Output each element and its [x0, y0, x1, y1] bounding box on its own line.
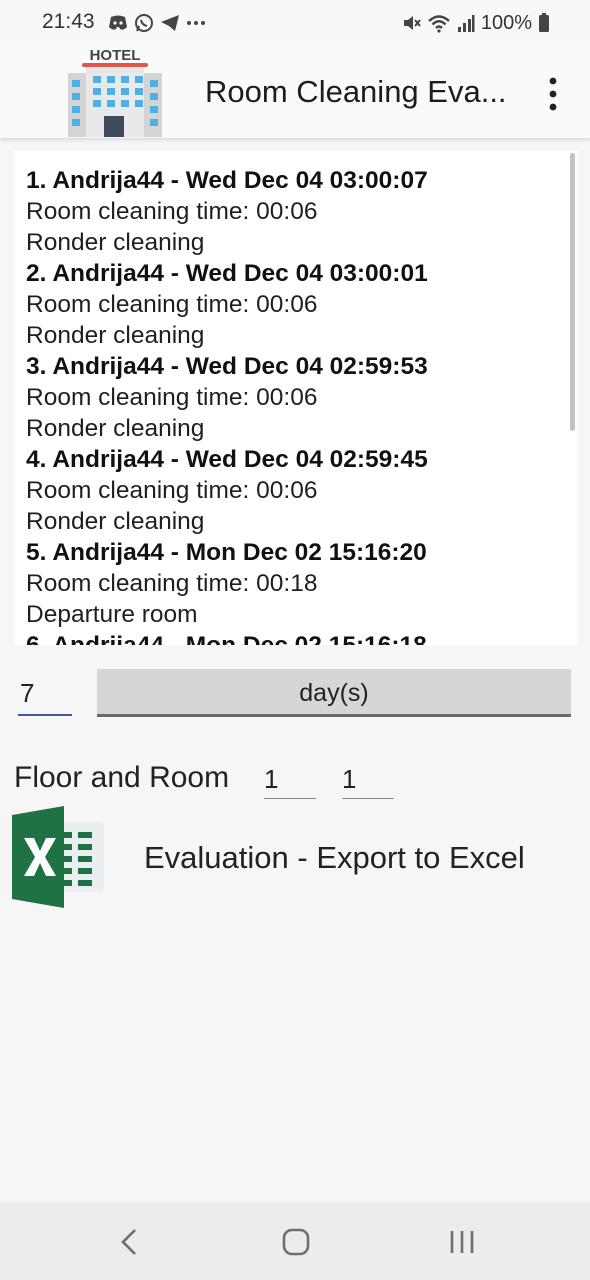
log-entry-header: 4. Andrija44 - Wed Dec 04 02:59:45 — [26, 446, 428, 473]
log-entry-header: 1. Andrija44 - Wed Dec 04 03:00:07 — [26, 167, 428, 194]
cleaning-log-list[interactable]: 1. Andrija44 - Wed Dec 04 03:00:07 Room … — [14, 151, 578, 645]
list-item: 5. Andrija44 - Mon Dec 02 15:16:20 Room … — [26, 537, 566, 630]
log-entry-type: Ronder cleaning — [26, 229, 205, 256]
room-input[interactable] — [342, 761, 394, 799]
floor-room-label: Floor and Room — [14, 761, 230, 794]
status-time: 21:43 — [42, 10, 95, 33]
export-to-excel-label[interactable]: Evaluation - Export to Excel — [144, 840, 525, 876]
list-item: 1. Andrija44 - Wed Dec 04 03:00:07 Room … — [26, 165, 566, 258]
log-entry-header: 2. Andrija44 - Wed Dec 04 03:00:01 — [26, 260, 428, 287]
log-entry-time: Room cleaning time: 00:06 — [26, 198, 318, 225]
signal-icon — [457, 15, 475, 32]
log-entry-time: Room cleaning time: 00:18 — [26, 570, 318, 597]
log-entry-type: Departure room — [26, 601, 198, 628]
app-bar: HOTEL Room Cleaning Eva... — [0, 46, 590, 139]
notification-icons — [108, 12, 206, 34]
recent-apps-icon[interactable] — [444, 1224, 480, 1260]
wifi-icon — [428, 15, 450, 33]
back-icon[interactable] — [112, 1224, 148, 1260]
app-title: Room Cleaning Eva... — [205, 74, 507, 109]
whatsapp-icon — [135, 14, 153, 32]
excel-icon[interactable] — [12, 806, 106, 908]
battery-percent: 100% — [480, 11, 532, 34]
list-item: 3. Andrija44 - Wed Dec 04 02:59:53 Room … — [26, 351, 566, 444]
log-entry-time: Room cleaning time: 00:06 — [26, 477, 318, 504]
hotel-logo-icon: HOTEL — [68, 47, 162, 137]
log-scrollbar[interactable] — [570, 153, 575, 431]
log-entry-type: Ronder cleaning — [26, 508, 205, 535]
log-entry-type: Ronder cleaning — [26, 415, 205, 442]
list-item: 6. Andrija44 - Mon Dec 02 15:16:18 — [26, 630, 566, 645]
status-bar: 21:43 100% — [0, 0, 590, 46]
discord-icon — [109, 15, 127, 30]
system-nav-bar — [0, 1202, 590, 1280]
more-dots-icon — [187, 21, 205, 25]
days-button[interactable]: day(s) — [97, 669, 571, 717]
log-entry-time: Room cleaning time: 00:06 — [26, 384, 318, 411]
mute-icon — [403, 16, 421, 30]
hotel-logo-text: HOTEL — [90, 47, 141, 64]
days-input[interactable] — [18, 672, 72, 716]
system-icons: 100% — [401, 10, 550, 36]
log-entry-time: Room cleaning time: 00:06 — [26, 291, 318, 318]
log-entry-header: 3. Andrija44 - Wed Dec 04 02:59:53 — [26, 353, 428, 380]
telegram-icon — [161, 15, 179, 31]
floor-input[interactable] — [264, 761, 316, 799]
list-item: 4. Andrija44 - Wed Dec 04 02:59:45 Room … — [26, 444, 566, 537]
battery-icon — [539, 13, 549, 32]
overflow-menu-icon[interactable] — [540, 74, 566, 114]
log-entry-header: 5. Andrija44 - Mon Dec 02 15:16:20 — [26, 539, 427, 566]
log-entry-type: Ronder cleaning — [26, 322, 205, 349]
list-item: 2. Andrija44 - Wed Dec 04 03:00:01 Room … — [26, 258, 566, 351]
cleaning-log-content: 1. Andrija44 - Wed Dec 04 03:00:07 Room … — [26, 165, 566, 645]
home-icon[interactable] — [278, 1224, 314, 1260]
log-entry-header: 6. Andrija44 - Mon Dec 02 15:16:18 — [26, 630, 566, 645]
